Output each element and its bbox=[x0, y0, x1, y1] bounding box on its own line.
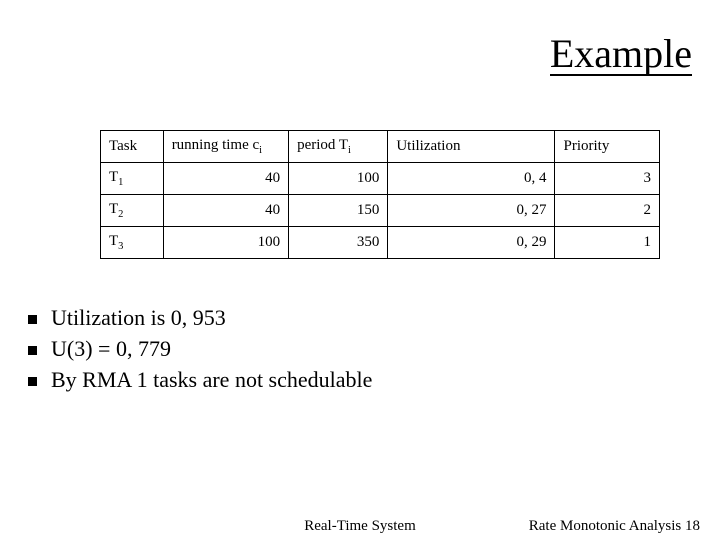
col-period-sub: i bbox=[348, 145, 351, 156]
cell-priority: 1 bbox=[555, 227, 660, 259]
cell-task: T2 bbox=[101, 195, 164, 227]
square-bullet-icon bbox=[28, 315, 37, 324]
cell-period: 350 bbox=[289, 227, 388, 259]
cell-task: T3 bbox=[101, 227, 164, 259]
table-row: T3 100 350 0, 29 1 bbox=[101, 227, 660, 259]
task-table: Task running time ci period Ti Utilizati… bbox=[100, 130, 660, 259]
cell-period: 150 bbox=[289, 195, 388, 227]
task-label: T bbox=[109, 169, 118, 185]
col-task: Task bbox=[101, 131, 164, 163]
cell-priority: 2 bbox=[555, 195, 660, 227]
table-header-row: Task running time ci period Ti Utilizati… bbox=[101, 131, 660, 163]
task-label: T bbox=[109, 201, 118, 217]
task-sub: 3 bbox=[118, 241, 123, 252]
list-item-text: Utilization is 0, 953 bbox=[51, 305, 226, 331]
list-item-text: By RMA 1 tasks are not schedulable bbox=[51, 367, 372, 393]
list-item: U(3) = 0, 779 bbox=[28, 336, 372, 362]
slide-title: Example bbox=[550, 34, 692, 76]
col-priority: Priority bbox=[555, 131, 660, 163]
table-row: T1 40 100 0, 4 3 bbox=[101, 163, 660, 195]
col-period-text: period T bbox=[297, 137, 348, 153]
cell-running: 40 bbox=[163, 195, 288, 227]
list-item: By RMA 1 tasks are not schedulable bbox=[28, 367, 372, 393]
cell-util: 0, 27 bbox=[388, 195, 555, 227]
list-item: Utilization is 0, 953 bbox=[28, 305, 372, 331]
task-sub: 2 bbox=[118, 209, 123, 220]
footer-label: Rate Monotonic Analysis bbox=[529, 518, 682, 534]
col-period: period Ti bbox=[289, 131, 388, 163]
cell-util: 0, 29 bbox=[388, 227, 555, 259]
col-running-time-text: running time c bbox=[172, 137, 259, 153]
square-bullet-icon bbox=[28, 377, 37, 386]
task-label: T bbox=[109, 233, 118, 249]
page-number: 18 bbox=[685, 518, 700, 534]
table-row: T2 40 150 0, 27 2 bbox=[101, 195, 660, 227]
cell-util: 0, 4 bbox=[388, 163, 555, 195]
col-utilization: Utilization bbox=[388, 131, 555, 163]
cell-task: T1 bbox=[101, 163, 164, 195]
square-bullet-icon bbox=[28, 346, 37, 355]
bullet-list: Utilization is 0, 953 U(3) = 0, 779 By R… bbox=[28, 300, 372, 398]
list-item-text: U(3) = 0, 779 bbox=[51, 336, 171, 362]
cell-running: 40 bbox=[163, 163, 288, 195]
cell-priority: 3 bbox=[555, 163, 660, 195]
col-running-time: running time ci bbox=[163, 131, 288, 163]
cell-running: 100 bbox=[163, 227, 288, 259]
col-running-time-sub: i bbox=[259, 145, 262, 156]
cell-period: 100 bbox=[289, 163, 388, 195]
footer-right: Rate Monotonic Analysis 18 bbox=[529, 518, 700, 535]
task-sub: 1 bbox=[118, 177, 123, 188]
